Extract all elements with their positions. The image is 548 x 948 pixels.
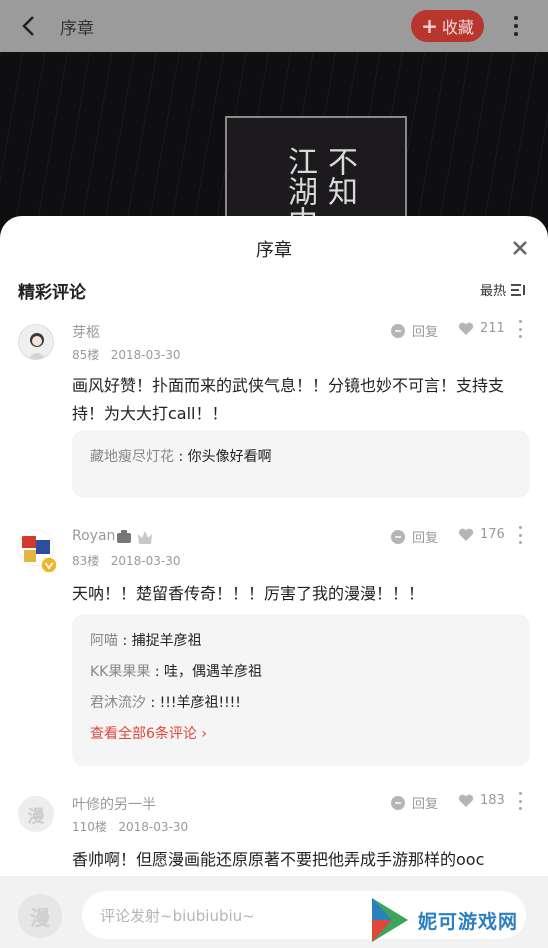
like-button[interactable]: 183 — [458, 793, 505, 808]
reply-separator: : — [118, 633, 132, 649]
comment-text: 画风好赞！扑面而来的武侠气息！！分镜也妙不可言！支持支持！为大大打call！！ — [72, 376, 505, 423]
reply-button[interactable]: 回复 — [390, 527, 438, 546]
dot-icon — [518, 327, 522, 331]
dot-icon — [518, 541, 522, 544]
view-all-replies-link[interactable]: 查看全部6条评论 › — [90, 719, 512, 749]
watermark-logo: 妮可游戏网 — [368, 894, 544, 946]
reply-separator: : — [150, 664, 164, 680]
page-title: 序章 — [60, 18, 94, 39]
like-button[interactable]: 176 — [458, 527, 505, 542]
comment-text: 天呐！！楚留香传奇！！！厉害了我的漫漫！！！ — [72, 584, 425, 603]
my-avatar: 漫 — [18, 894, 62, 938]
comment-meta: 85楼 2018-03-30 — [72, 346, 180, 363]
floor-number: 83楼 — [72, 554, 100, 568]
comment-date: 2018-03-30 — [118, 820, 189, 834]
avatar[interactable] — [18, 324, 54, 360]
reply-item[interactable]: KK果果果 : 哇，偶遇羊彦祖 — [90, 657, 512, 688]
reply-username: 藏地瘦尽灯花 — [90, 449, 174, 465]
reply-button[interactable]: 回复 — [390, 793, 438, 812]
reply-item[interactable]: 君沐流汐 : !!!羊彦祖!!!! — [90, 688, 512, 719]
comment-meta: 110楼 2018-03-30 — [72, 818, 188, 835]
reply-username: 阿喵 — [90, 633, 118, 649]
comment-text: 香帅啊！但愿漫画能还原原著不要把他弄成手游那样的ooc — [72, 850, 485, 869]
reply-username: KK果果果 — [90, 664, 151, 680]
sort-label: 最热 — [480, 284, 507, 299]
favorite-button[interactable]: + 收藏 — [411, 10, 484, 42]
user-avatar-icon — [28, 333, 46, 359]
floor-number: 110楼 — [72, 820, 107, 834]
reply-label: 回复 — [412, 531, 439, 546]
favorite-label: 收藏 — [441, 18, 474, 37]
chevron-left-icon — [22, 16, 34, 36]
reply-separator: : — [174, 449, 188, 465]
reply-separator: : — [146, 695, 160, 711]
dot-icon — [514, 16, 518, 20]
like-count: 183 — [480, 793, 505, 808]
like-button[interactable]: 211 — [458, 321, 505, 336]
dot-icon — [518, 335, 522, 338]
username[interactable]: Royan — [72, 528, 115, 544]
comment-bubble-icon — [391, 795, 405, 810]
reply-label: 回复 — [412, 797, 439, 812]
cover-text-col1: 不知 — [322, 146, 357, 206]
dot-icon — [518, 526, 522, 529]
more-menu-button[interactable] — [500, 10, 532, 42]
section-title: 精彩评论 — [18, 283, 86, 303]
username[interactable]: 芽柩 — [72, 322, 100, 342]
sheet-title: 序章 — [256, 240, 292, 261]
plus-icon: + — [421, 14, 438, 38]
comment-date: 2018-03-30 — [110, 348, 181, 362]
reply-list[interactable]: 阿喵 : 捕捉羊彦祖 KK果果果 : 哇，偶遇羊彦祖 君沐流汐 : !!!羊彦祖… — [72, 614, 530, 766]
dot-icon — [518, 807, 522, 810]
reply-list[interactable]: 藏地瘦尽灯花 : 你头像好看啊 — [72, 430, 530, 498]
verified-badge-icon — [40, 556, 58, 574]
level-badge-icon — [117, 530, 131, 543]
comment-item: 芽柩 85楼 2018-03-30 回复 211 画风好赞！扑面而来的武侠气息！… — [0, 316, 548, 501]
comment-date: 2018-03-30 — [110, 554, 181, 568]
heart-icon — [458, 322, 474, 335]
back-button[interactable] — [0, 0, 56, 52]
dot-icon — [518, 799, 522, 803]
top-bar: 序章 + 收藏 — [0, 0, 548, 52]
comment-item: Royan 83楼 2018-03-30 回复 176 天呐！！楚留香传奇！！！… — [0, 522, 548, 768]
close-icon — [513, 241, 527, 255]
comment-meta: 83楼 2018-03-30 — [72, 552, 180, 569]
sort-icon — [511, 283, 525, 296]
username[interactable]: 叶修的另一半 — [72, 794, 156, 814]
reply-text: 哇，偶遇羊彦祖 — [164, 664, 262, 680]
dot-icon — [518, 320, 522, 323]
comment-bubble-icon — [391, 323, 405, 338]
dot-icon — [514, 32, 518, 36]
watermark-text: 妮可游戏网 — [418, 910, 519, 933]
close-button[interactable] — [508, 236, 532, 260]
comment-more-button[interactable] — [517, 792, 523, 810]
reply-text: 你头像好看啊 — [187, 449, 272, 465]
crown-badge-icon — [138, 531, 152, 544]
dot-icon — [514, 24, 518, 28]
reply-item[interactable]: 藏地瘦尽灯花 : 你头像好看啊 — [90, 442, 512, 473]
reply-button[interactable]: 回复 — [390, 321, 438, 340]
reply-text: 捕捉羊彦祖 — [131, 633, 202, 649]
floor-number: 85楼 — [72, 348, 100, 362]
play-logo-icon — [372, 898, 408, 942]
dot-icon — [518, 533, 522, 537]
reply-text: !!!羊彦祖!!!! — [159, 695, 241, 711]
sort-toggle[interactable]: 最热 — [480, 280, 526, 299]
dot-icon — [518, 792, 522, 795]
comment-more-button[interactable] — [517, 526, 523, 544]
comment-item: 漫 叶修的另一半 110楼 2018-03-30 回复 183 香帅啊！但愿漫画… — [0, 788, 548, 888]
reply-username: 君沐流汐 — [90, 695, 146, 711]
heart-icon — [458, 528, 474, 541]
reply-item[interactable]: 阿喵 : 捕捉羊彦祖 — [90, 626, 512, 657]
comments-sheet: 序章 精彩评论 最热 芽柩 85楼 2018-03-30 回复 211 画风好赞… — [0, 216, 548, 948]
heart-icon — [458, 794, 474, 807]
avatar[interactable]: 漫 — [18, 796, 54, 832]
like-count: 176 — [480, 527, 505, 542]
comment-bubble-icon — [391, 529, 405, 544]
like-count: 211 — [480, 321, 505, 336]
reply-label: 回复 — [412, 325, 439, 340]
comment-more-button[interactable] — [517, 320, 523, 338]
